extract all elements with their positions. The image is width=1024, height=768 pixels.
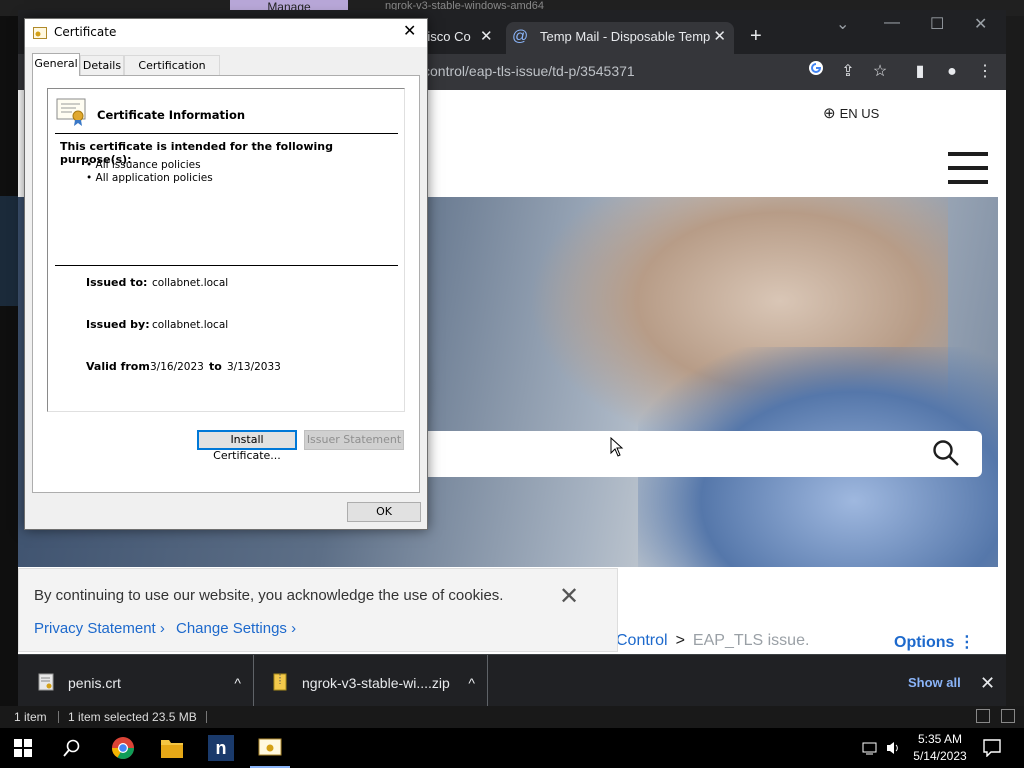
language-selector[interactable]: ⊕ EN US	[823, 104, 879, 122]
close-icon[interactable]: ✕	[480, 22, 493, 52]
purpose-item: • All application policies	[86, 172, 213, 184]
certificate-info-box: Certificate Information This certificate…	[47, 88, 405, 412]
tab-temp-mail[interactable]: @ Temp Mail - Disposable Temporary Email…	[506, 22, 734, 54]
hamburger-menu-icon[interactable]	[948, 152, 988, 184]
menu-icon[interactable]: ⋮	[973, 60, 997, 84]
breadcrumb-current: EAP_TLS issue.	[692, 632, 810, 649]
status-selection: 1 item selected 23.5 MB	[68, 710, 197, 724]
tab-cisco[interactable]: Cisco Co ✕	[418, 22, 508, 54]
cookie-banner: By continuing to use our website, you ac…	[18, 568, 618, 652]
dialog-title: Certificate	[54, 25, 117, 39]
issued-by-value: collabnet.local	[152, 319, 229, 331]
certificate-icon	[33, 27, 47, 39]
globe-icon: ⊕	[823, 105, 836, 122]
notifications-icon[interactable]	[983, 739, 1001, 757]
valid-from-value: 3/16/2023	[150, 361, 204, 373]
close-download-bar-icon[interactable]: ✕	[980, 655, 995, 711]
divider	[55, 133, 398, 134]
file-explorer-icon[interactable]	[160, 737, 184, 759]
tiles-view-button[interactable]	[1001, 709, 1015, 723]
download-item[interactable]: penis.crt ^	[32, 655, 254, 711]
certificate-dialog: Certificate ✕ General Details Certificat…	[24, 18, 428, 530]
details-view-button[interactable]	[976, 709, 990, 723]
side-panel-icon[interactable]: ▮	[908, 60, 932, 84]
volume-icon[interactable]	[886, 740, 902, 756]
taskbar: n 5:35 AM 5/14/2023	[0, 728, 1024, 768]
chrome-icon[interactable]	[111, 736, 135, 760]
certificate-file-icon	[38, 673, 54, 691]
issued-to-value: collabnet.local	[152, 277, 229, 289]
clock-time: 5:35 AM	[917, 732, 963, 746]
site-search-input[interactable]	[408, 431, 982, 477]
chevron-up-icon[interactable]: ^	[234, 655, 241, 711]
explorer-nav-pane	[0, 16, 18, 706]
certificate-icon[interactable]	[258, 737, 282, 757]
tab-label: Temp Mail - Disposable Temporary Email	[540, 29, 710, 44]
divider	[55, 265, 398, 266]
search-icon[interactable]	[63, 739, 81, 757]
certificate-info-heading: Certificate Information	[97, 108, 246, 122]
cookie-close-icon[interactable]: ✕	[559, 585, 579, 609]
valid-to-label: to	[209, 360, 222, 373]
chevron-up-icon[interactable]: ^	[468, 655, 475, 711]
zip-file-icon	[273, 673, 287, 691]
general-tab-panel: Certificate Information This certificate…	[32, 75, 420, 493]
language-label: EN US	[839, 106, 880, 121]
network-icon[interactable]	[862, 740, 880, 756]
maximize-button[interactable]: ☐	[930, 14, 944, 34]
start-icon[interactable]	[14, 739, 32, 757]
address-bar[interactable]: control/eap-tls-issue/td-p/3545371	[423, 54, 793, 90]
ok-button[interactable]: OK	[347, 502, 421, 522]
purpose-item: • All issuance policies	[86, 159, 201, 171]
notion-icon[interactable]: n	[208, 735, 234, 761]
google-icon[interactable]	[804, 60, 828, 84]
certificate-icon	[56, 98, 86, 126]
cookie-text: By continuing to use our website, you ac…	[34, 587, 504, 604]
new-tab-button[interactable]: +	[750, 22, 762, 50]
star-icon[interactable]: ☆	[868, 60, 892, 84]
download-bar: penis.crt ^ ngrok-v3-stable-wi....zip ^ …	[18, 654, 1006, 711]
options-button[interactable]: Options ⋮	[894, 632, 975, 652]
breadcrumb-separator: >	[675, 632, 685, 649]
valid-from-label: Valid from	[86, 360, 150, 373]
explorer-status-bar: 1 item 1 item selected 23.5 MB	[0, 706, 1024, 728]
close-window-button[interactable]: ✕	[974, 14, 987, 34]
download-filename: penis.crt	[68, 675, 121, 691]
nav-pane-highlight	[0, 196, 18, 306]
clock-date: 5/14/2023	[913, 749, 967, 763]
issuer-statement-button: Issuer Statement	[304, 430, 404, 450]
tab-search-icon[interactable]: ⌄	[836, 14, 849, 34]
install-certificate-button[interactable]: Install Certificate...	[197, 430, 297, 462]
tab-details[interactable]: Details	[80, 55, 124, 76]
issued-to-label: Issued to:	[86, 276, 148, 289]
change-settings-link[interactable]: Change Settings ›	[176, 620, 296, 637]
clock[interactable]: 5:35 AM 5/14/2023	[910, 731, 970, 765]
mouse-cursor	[610, 437, 624, 457]
dialog-titlebar: Certificate ✕	[25, 19, 427, 47]
tab-general[interactable]: General	[32, 53, 80, 76]
breadcrumb-parent[interactable]: Control	[616, 632, 668, 649]
issued-by-label: Issued by:	[86, 318, 150, 331]
at-icon: @	[512, 28, 529, 45]
download-filename: ngrok-v3-stable-wi....zip	[302, 675, 450, 691]
show-all-downloads-link[interactable]: Show all	[908, 655, 961, 711]
tab-certification-path[interactable]: Certification Path	[124, 55, 220, 92]
download-item[interactable]: ngrok-v3-stable-wi....zip ^	[266, 655, 488, 711]
profile-icon[interactable]: ●	[940, 60, 964, 84]
search-icon[interactable]	[932, 439, 960, 467]
status-item-count: 1 item	[14, 710, 47, 724]
close-icon[interactable]: ✕	[403, 21, 416, 40]
minimize-button[interactable]: —	[884, 14, 900, 32]
valid-to-value: 3/13/2033	[227, 361, 281, 373]
breadcrumb: Control > EAP_TLS issue.	[616, 632, 809, 650]
privacy-statement-link[interactable]: Privacy Statement ›	[34, 620, 165, 637]
close-icon[interactable]: ✕	[713, 22, 726, 52]
share-icon[interactable]: ⇪	[836, 60, 860, 84]
